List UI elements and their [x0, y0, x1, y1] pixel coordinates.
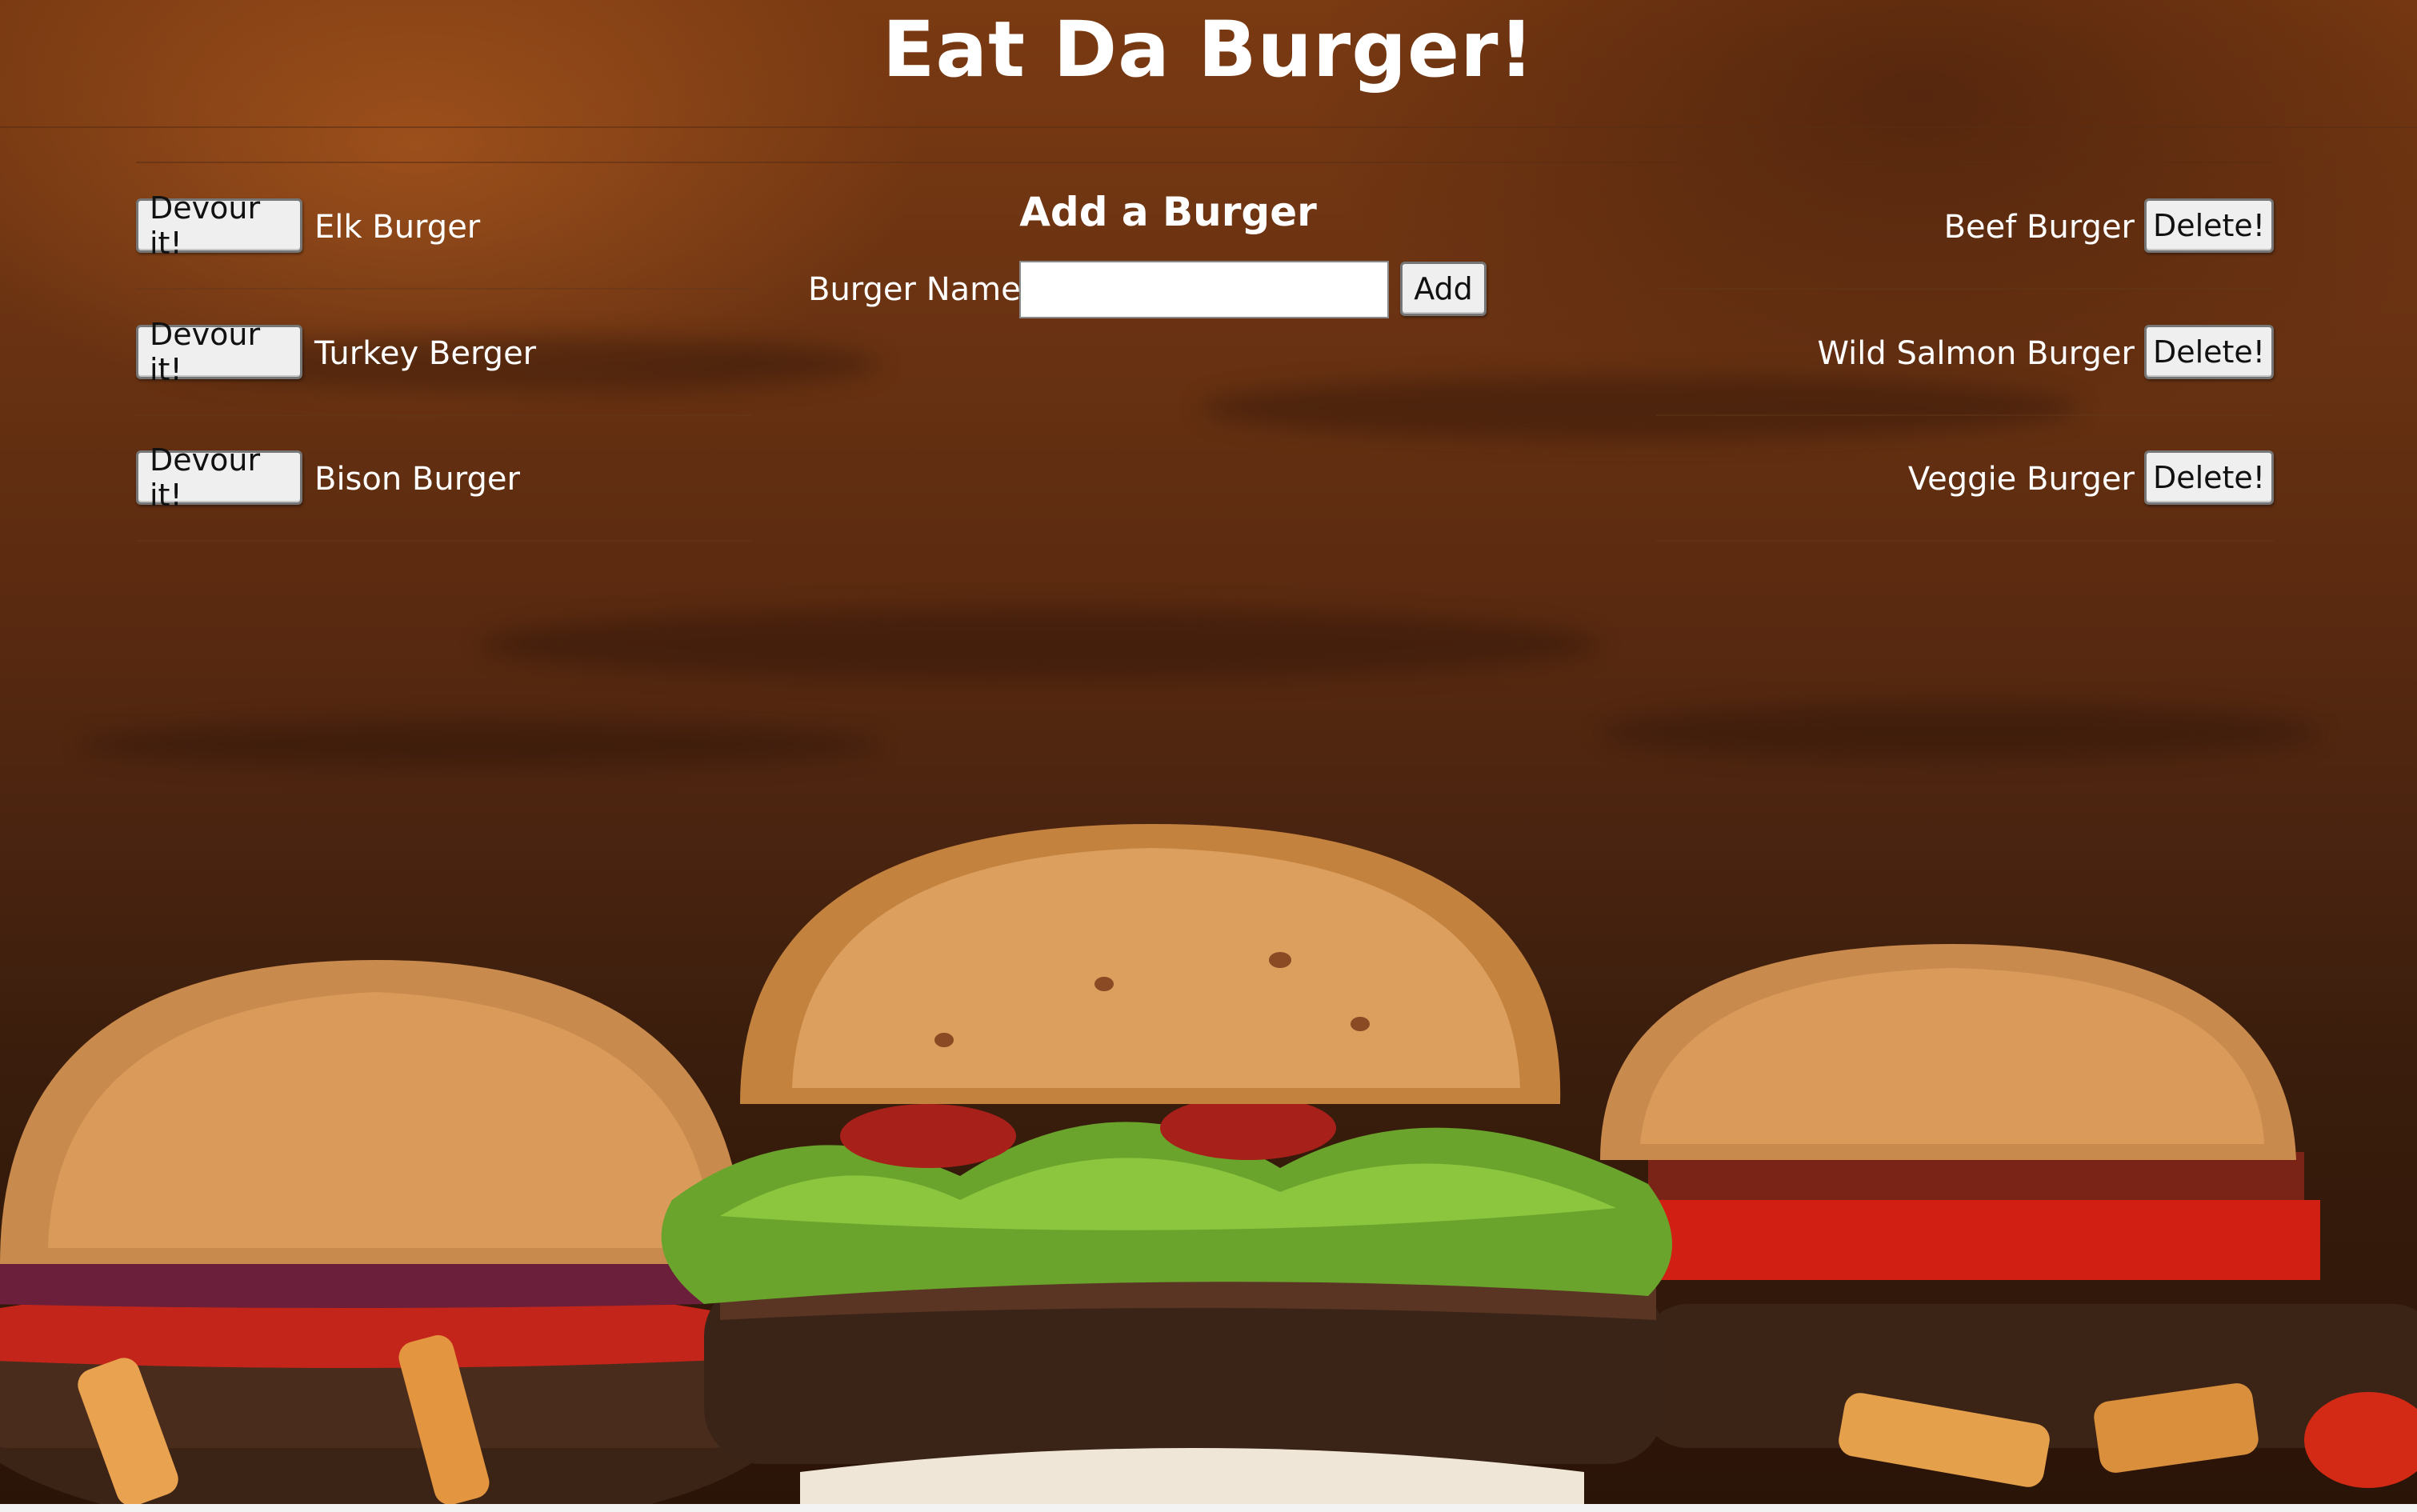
burger-name: Elk Burger: [314, 209, 481, 246]
burger-name-label: Burger Name:: [808, 271, 1032, 308]
burger-name: Turkey Berger: [314, 335, 537, 372]
add-button[interactable]: Add: [1400, 262, 1487, 316]
delete-button[interactable]: Delete!: [2144, 198, 2274, 253]
add-burger-heading: Add a Burger: [1019, 189, 1317, 235]
row-divider: [1656, 540, 2274, 542]
delete-button[interactable]: Delete!: [2144, 450, 2274, 505]
burger-name-input[interactable]: [1019, 261, 1389, 318]
page-bottom-edge: [0, 1504, 2417, 1512]
row-divider: [136, 288, 752, 290]
devour-button[interactable]: Devour it!: [136, 190, 302, 261]
burger-name: Wild Salmon Burger: [1817, 335, 2135, 372]
row-divider: [1656, 288, 2274, 290]
burger-name: Bison Burger: [314, 461, 520, 498]
delete-button[interactable]: Delete!: [2144, 325, 2274, 379]
row-divider: [136, 540, 752, 542]
row-divider: [1656, 414, 2274, 416]
row-divider: [136, 414, 752, 416]
center-burger-image: [661, 824, 1672, 1504]
page-background: Eat Da Burger! Devour it! Elk Burger Dev…: [0, 0, 2417, 1512]
devour-button[interactable]: Devour it!: [136, 317, 302, 387]
burger-name: Veggie Burger: [1907, 461, 2135, 498]
burger-name: Beef Burger: [1943, 209, 2135, 246]
right-burger-image: [1600, 944, 2417, 1488]
devour-button[interactable]: Devour it!: [136, 442, 302, 513]
page-title: Eat Da Burger!: [882, 5, 1535, 94]
